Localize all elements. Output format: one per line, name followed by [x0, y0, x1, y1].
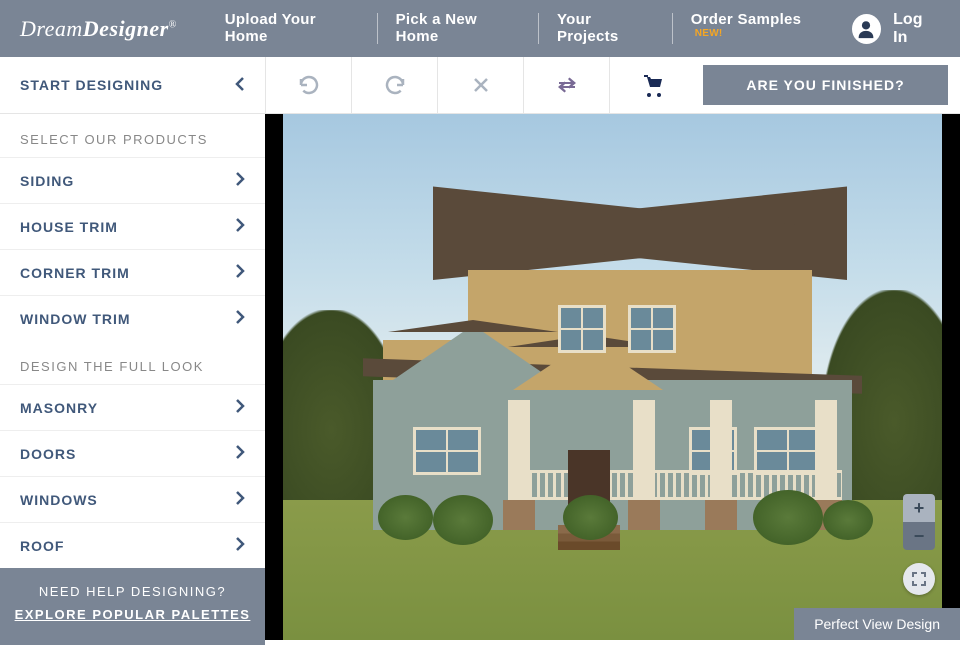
- sidebar-item-masonry[interactable]: MASONRY: [0, 384, 265, 430]
- cart-button[interactable]: [609, 57, 695, 113]
- chevron-right-icon: [236, 491, 245, 508]
- subheader: START DESIGNING ARE YOU FINISHED?: [0, 57, 960, 114]
- section-header-design: DESIGN THE FULL LOOK: [0, 341, 265, 384]
- nav-order-samples[interactable]: Order Samples NEW!: [673, 11, 852, 46]
- chevron-left-icon: [235, 77, 245, 94]
- nav-order-samples-label: Order Samples: [691, 11, 802, 28]
- bush-decoration: [563, 495, 618, 540]
- explore-palettes-link[interactable]: EXPLORE POPULAR PALETTES: [10, 603, 255, 626]
- window: [754, 427, 822, 475]
- sidebar-item-label: WINDOW TRIM: [20, 311, 131, 327]
- login-button[interactable]: Log In: [893, 11, 940, 47]
- header-bar: DreamDesigner® Upload Your Home Pick a N…: [0, 0, 960, 57]
- logo-pre: Dream: [20, 16, 83, 41]
- redo-button[interactable]: [351, 57, 437, 113]
- chevron-right-icon: [236, 310, 245, 327]
- start-designing-panel-header[interactable]: START DESIGNING: [0, 57, 265, 113]
- zoom-controls: + −: [903, 494, 935, 550]
- chevron-right-icon: [236, 264, 245, 281]
- fullscreen-button[interactable]: [903, 563, 935, 595]
- bush-decoration: [433, 495, 493, 545]
- bush-decoration: [823, 500, 873, 540]
- house-render: [353, 210, 872, 530]
- undo-button[interactable]: [265, 57, 351, 113]
- bush-decoration: [753, 490, 823, 545]
- main-nav: Upload Your Home Pick a New Home Your Pr…: [207, 11, 852, 46]
- bush-decoration: [378, 495, 433, 540]
- close-button[interactable]: [437, 57, 523, 113]
- toolbar: ARE YOU FINISHED?: [265, 57, 960, 113]
- perfect-view-button[interactable]: Perfect View Design: [794, 608, 960, 640]
- sidebar-item-label: DOORS: [20, 446, 76, 462]
- sidebar-item-label: ROOF: [20, 538, 64, 554]
- design-canvas[interactable]: + − Perfect View Design: [265, 114, 960, 640]
- registered-mark: ®: [169, 19, 177, 30]
- sidebar-item-label: SIDING: [20, 173, 74, 189]
- sidebar-item-window-trim[interactable]: WINDOW TRIM: [0, 295, 265, 341]
- sidebar-item-roof[interactable]: ROOF: [0, 522, 265, 568]
- sidebar-item-doors[interactable]: DOORS: [0, 430, 265, 476]
- window: [628, 305, 676, 353]
- sidebar-item-label: MASONRY: [20, 400, 98, 416]
- finished-button[interactable]: ARE YOU FINISHED?: [703, 65, 948, 105]
- compare-button[interactable]: [523, 57, 609, 113]
- sidebar-item-corner-trim[interactable]: CORNER TRIM: [0, 249, 265, 295]
- chevron-right-icon: [236, 399, 245, 416]
- chevron-right-icon: [236, 172, 245, 189]
- nav-pick-new-home[interactable]: Pick a New Home: [378, 11, 539, 46]
- zoom-out-button[interactable]: −: [903, 522, 935, 550]
- sidebar-item-label: CORNER TRIM: [20, 265, 130, 281]
- chevron-right-icon: [236, 218, 245, 235]
- chevron-right-icon: [236, 445, 245, 462]
- start-designing-label: START DESIGNING: [20, 77, 163, 93]
- sidebar-item-windows[interactable]: WINDOWS: [0, 476, 265, 522]
- main-area: SELECT OUR PRODUCTS SIDING HOUSE TRIM CO…: [0, 114, 960, 640]
- header-right: Log In: [852, 11, 940, 47]
- sidebar: SELECT OUR PRODUCTS SIDING HOUSE TRIM CO…: [0, 114, 265, 640]
- logo-post: Designer: [83, 16, 169, 41]
- section-header-products: SELECT OUR PRODUCTS: [0, 114, 265, 157]
- avatar-icon[interactable]: [852, 14, 881, 44]
- window: [413, 427, 481, 475]
- sidebar-item-siding[interactable]: SIDING: [0, 157, 265, 203]
- sidebar-item-label: WINDOWS: [20, 492, 98, 508]
- logo[interactable]: DreamDesigner®: [20, 16, 177, 42]
- nav-your-projects[interactable]: Your Projects: [539, 11, 673, 46]
- sidebar-item-house-trim[interactable]: HOUSE TRIM: [0, 203, 265, 249]
- zoom-in-button[interactable]: +: [903, 494, 935, 522]
- help-title: NEED HELP DESIGNING?: [10, 580, 255, 603]
- new-badge: NEW!: [695, 28, 723, 39]
- sidebar-item-label: HOUSE TRIM: [20, 219, 118, 235]
- window: [558, 305, 606, 353]
- nav-upload-your-home[interactable]: Upload Your Home: [207, 11, 378, 46]
- chevron-right-icon: [236, 537, 245, 554]
- help-box: NEED HELP DESIGNING? EXPLORE POPULAR PAL…: [0, 568, 265, 645]
- house-scene: [283, 114, 942, 640]
